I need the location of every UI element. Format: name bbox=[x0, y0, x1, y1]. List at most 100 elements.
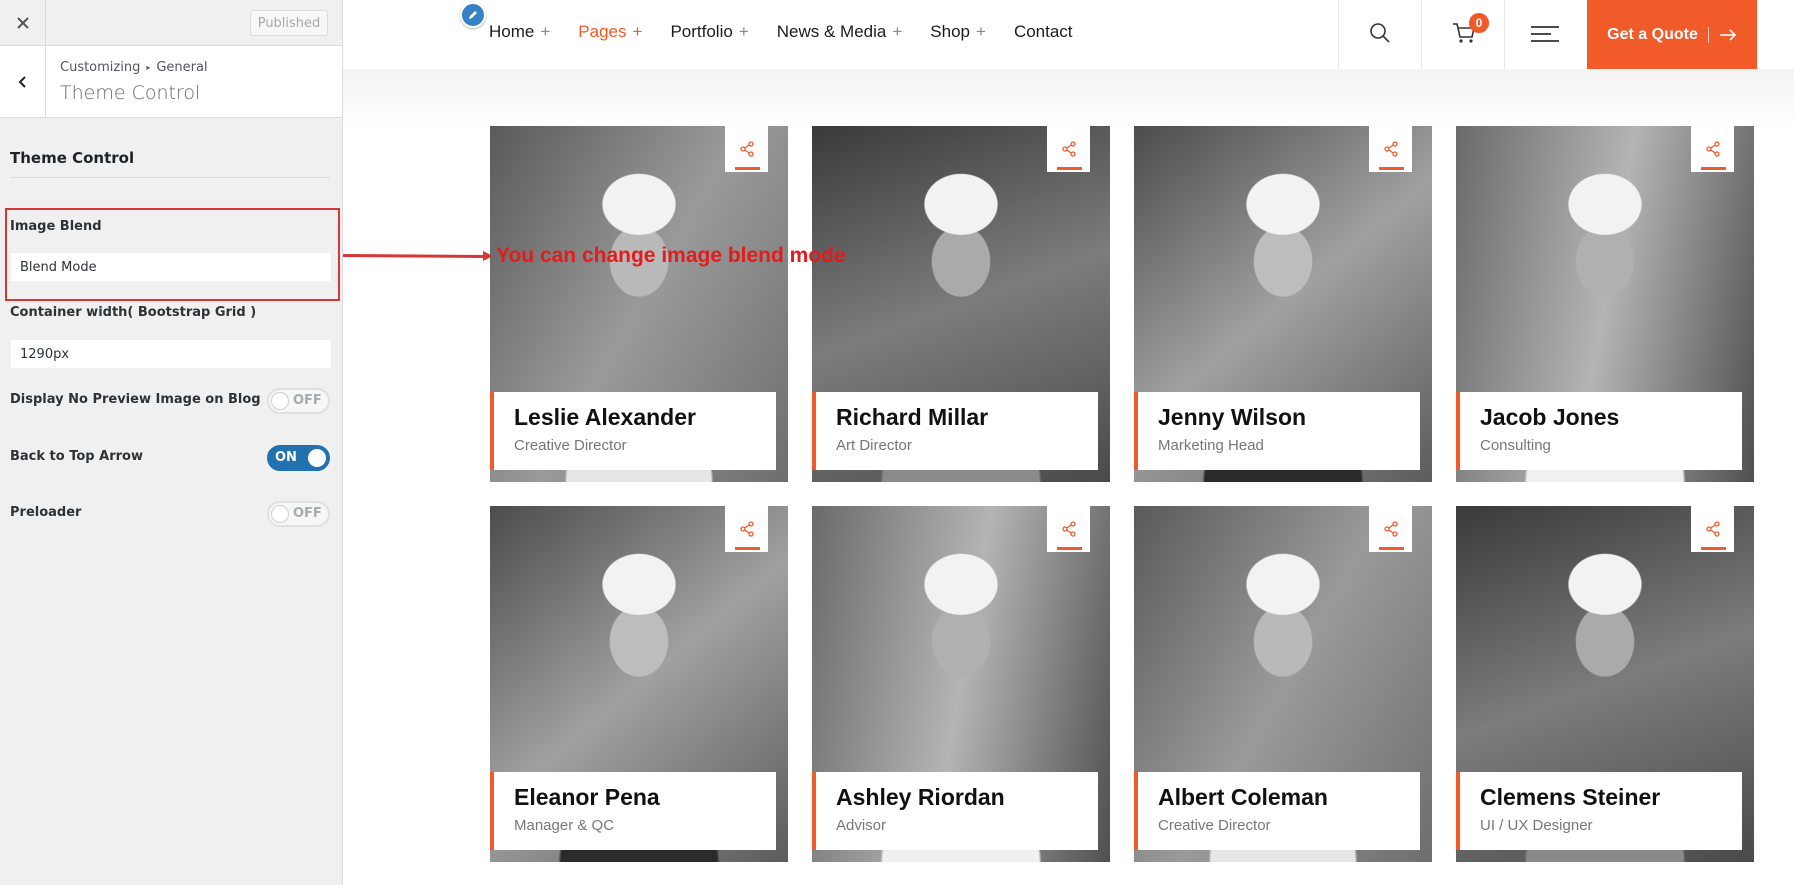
no-preview-image-toggle[interactable]: OFF bbox=[267, 388, 330, 414]
share-icon bbox=[739, 521, 754, 537]
team-member-info: Jacob Jones Consulting bbox=[1456, 392, 1742, 470]
panel-header: Customizing ▸ General Theme Control bbox=[0, 46, 342, 118]
toggle-state: OFF bbox=[293, 393, 322, 408]
button-separator bbox=[1707, 26, 1709, 43]
team-card[interactable]: Albert Coleman Creative Director bbox=[1134, 506, 1432, 862]
edit-shortcut-button[interactable] bbox=[460, 2, 486, 28]
nav-item-news-media[interactable]: News & Media + bbox=[777, 22, 903, 42]
team-card[interactable]: Leslie Alexander Creative Director bbox=[490, 126, 788, 482]
nav-item-portfolio[interactable]: Portfolio + bbox=[670, 22, 748, 42]
nav-label: News & Media bbox=[776, 22, 887, 41]
container-width-label: Container width( Bootstrap Grid ) bbox=[10, 305, 257, 320]
team-card[interactable]: Eleanor Pena Manager & QC bbox=[490, 506, 788, 862]
toggle-knob bbox=[308, 449, 326, 467]
no-preview-image-label: Display No Preview Image on Blog bbox=[10, 392, 261, 407]
toggle-knob bbox=[271, 392, 289, 410]
breadcrumb: Customizing ▸ General bbox=[60, 60, 208, 75]
team-card[interactable]: Jacob Jones Consulting bbox=[1456, 126, 1754, 482]
share-button[interactable] bbox=[1369, 506, 1412, 552]
image-blend-select[interactable]: Blend Mode bbox=[10, 252, 332, 282]
nav-item-pages[interactable]: Pages + bbox=[578, 22, 642, 42]
plus-icon: + bbox=[632, 22, 643, 41]
quote-label: Get a Quote bbox=[1607, 25, 1698, 43]
team-member-name[interactable]: Jacob Jones bbox=[1480, 404, 1742, 431]
share-icon bbox=[1383, 141, 1398, 157]
nav-label: Portfolio bbox=[670, 22, 733, 41]
close-customizer-button[interactable] bbox=[0, 0, 46, 46]
nav-label: Home bbox=[489, 22, 535, 41]
share-button[interactable] bbox=[1691, 506, 1734, 552]
container-width-input[interactable]: 1290px bbox=[10, 339, 332, 369]
get-a-quote-button[interactable]: Get a Quote bbox=[1587, 0, 1757, 69]
share-button[interactable] bbox=[1047, 126, 1090, 172]
team-member-name[interactable]: Albert Coleman bbox=[1158, 784, 1420, 811]
team-member-role: UI / UX Designer bbox=[1480, 817, 1593, 834]
plus-icon: + bbox=[540, 22, 551, 41]
share-icon bbox=[1061, 141, 1076, 157]
team-member-name[interactable]: Richard Millar bbox=[836, 404, 1098, 431]
arrow-right-icon bbox=[1719, 28, 1736, 41]
header-divider bbox=[1504, 0, 1505, 69]
search-icon[interactable] bbox=[1369, 22, 1391, 44]
team-card[interactable]: Richard Millar Art Director bbox=[812, 126, 1110, 482]
caret-right-icon: ▸ bbox=[146, 63, 151, 72]
team-card[interactable]: Ashley Riordan Advisor bbox=[812, 506, 1110, 862]
preloader-toggle[interactable]: OFF bbox=[267, 501, 330, 527]
image-blend-label: Image Blend bbox=[10, 219, 102, 234]
main-nav: Home + Pages + Portfolio + News & Media + Sh… bbox=[489, 22, 1101, 42]
section-title: Theme Control bbox=[10, 149, 135, 167]
customizer-topbar: Published bbox=[0, 0, 342, 46]
team-member-name[interactable]: Leslie Alexander bbox=[514, 404, 776, 431]
panel-title: Theme Control bbox=[60, 82, 201, 104]
team-member-info: Albert Coleman Creative Director bbox=[1134, 772, 1420, 850]
plus-icon: + bbox=[976, 22, 986, 41]
published-button[interactable]: Published bbox=[250, 10, 328, 36]
team-member-name[interactable]: Jenny Wilson bbox=[1158, 404, 1420, 431]
share-button[interactable] bbox=[725, 126, 768, 172]
nav-label: Contact bbox=[1013, 22, 1073, 41]
team-member-name[interactable]: Eleanor Pena bbox=[514, 784, 776, 811]
team-member-info: Clemens Steiner UI / UX Designer bbox=[1456, 772, 1742, 850]
team-member-info: Leslie Alexander Creative Director bbox=[490, 392, 776, 470]
team-member-info: Richard Millar Art Director bbox=[812, 392, 1098, 470]
team-member-name[interactable]: Clemens Steiner bbox=[1480, 784, 1742, 811]
nav-item-contact[interactable]: Contact bbox=[1014, 22, 1073, 42]
back-to-top-label: Back to Top Arrow bbox=[10, 449, 143, 464]
share-button[interactable] bbox=[1047, 506, 1090, 552]
nav-item-home[interactable]: Home + bbox=[489, 22, 550, 42]
share-icon bbox=[739, 141, 754, 157]
header-shadow bbox=[343, 69, 1794, 129]
share-icon bbox=[1061, 521, 1076, 537]
team-member-role: Creative Director bbox=[514, 437, 627, 454]
team-card[interactable]: Jenny Wilson Marketing Head bbox=[1134, 126, 1432, 482]
pencil-icon bbox=[469, 11, 477, 19]
menu-icon[interactable] bbox=[1531, 25, 1559, 43]
preloader-label: Preloader bbox=[10, 505, 82, 520]
annotation-arrow-line bbox=[342, 254, 487, 258]
share-icon bbox=[1705, 141, 1720, 157]
close-icon bbox=[16, 17, 29, 29]
team-member-role: Marketing Head bbox=[1158, 437, 1264, 454]
back-button[interactable] bbox=[0, 46, 46, 118]
toggle-state: ON bbox=[275, 450, 297, 465]
nav-item-shop[interactable]: Shop + bbox=[930, 22, 986, 42]
team-card[interactable]: Clemens Steiner UI / UX Designer bbox=[1456, 506, 1754, 862]
annotation-text: You can change image blend mode bbox=[496, 244, 846, 267]
team-member-name[interactable]: Ashley Riordan bbox=[836, 784, 1098, 811]
annotation-arrowhead bbox=[483, 251, 493, 261]
header-divider bbox=[1421, 0, 1422, 69]
share-button[interactable] bbox=[1369, 126, 1412, 172]
share-button[interactable] bbox=[725, 506, 768, 552]
back-to-top-toggle[interactable]: ON bbox=[267, 445, 330, 471]
team-member-role: Consulting bbox=[1480, 437, 1551, 454]
breadcrumb-root: Customizing bbox=[60, 60, 141, 75]
toggle-state: OFF bbox=[293, 506, 322, 521]
share-button[interactable] bbox=[1691, 126, 1734, 172]
header-divider bbox=[1338, 0, 1339, 69]
section-divider bbox=[10, 177, 330, 178]
team-member-role: Creative Director bbox=[1158, 817, 1271, 834]
share-icon bbox=[1705, 521, 1720, 537]
customizer-sidebar: Published Customizing ▸ General Theme Co… bbox=[0, 0, 343, 885]
team-member-role: Art Director bbox=[836, 437, 912, 454]
toggle-knob bbox=[271, 505, 289, 523]
